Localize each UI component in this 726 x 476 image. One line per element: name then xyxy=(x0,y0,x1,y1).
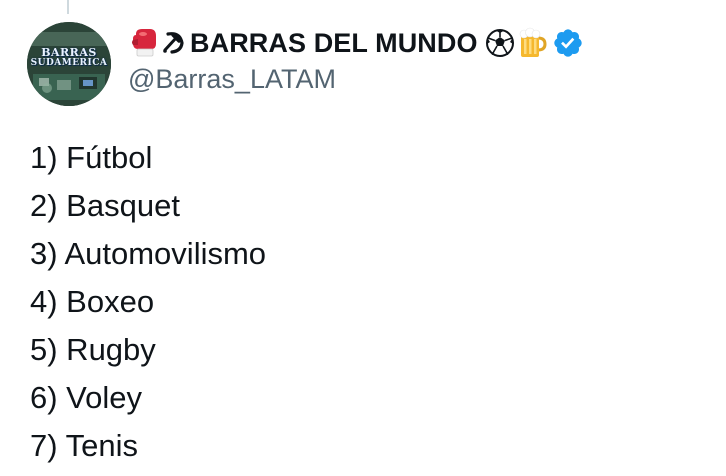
soccer-ball-icon xyxy=(484,27,516,59)
avatar-text-bottom: SUDAMERICA xyxy=(30,58,108,68)
tweet-line: 7) Tenis xyxy=(30,428,138,463)
hammer-sickle-icon xyxy=(160,27,186,59)
thread-connector-line xyxy=(67,0,69,14)
verified-badge-icon[interactable] xyxy=(552,27,584,59)
tweet-line: 4) Boxeo xyxy=(30,284,155,319)
author-display-name[interactable]: BARRAS DEL MUNDO xyxy=(190,28,478,59)
tweet-line: 5) Rugby xyxy=(30,332,156,367)
avatar[interactable]: BARRAS SUDAMERICA xyxy=(27,22,111,106)
author-name-row[interactable]: BARRAS DEL MUNDO xyxy=(128,24,584,62)
tweet-line: 2) Basquet xyxy=(30,188,180,223)
author-handle[interactable]: @Barras_LATAM xyxy=(128,64,336,95)
tweet-text: 1) Fútbol 2) Basquet 3) Automovilismo 4)… xyxy=(30,134,266,470)
boxing-glove-icon xyxy=(128,27,160,59)
tweet-line: 1) Fútbol xyxy=(30,140,153,175)
beer-mug-icon xyxy=(516,27,548,59)
tweet-line: 6) Voley xyxy=(30,380,143,415)
tweet-line: 3) Automovilismo xyxy=(30,236,267,271)
